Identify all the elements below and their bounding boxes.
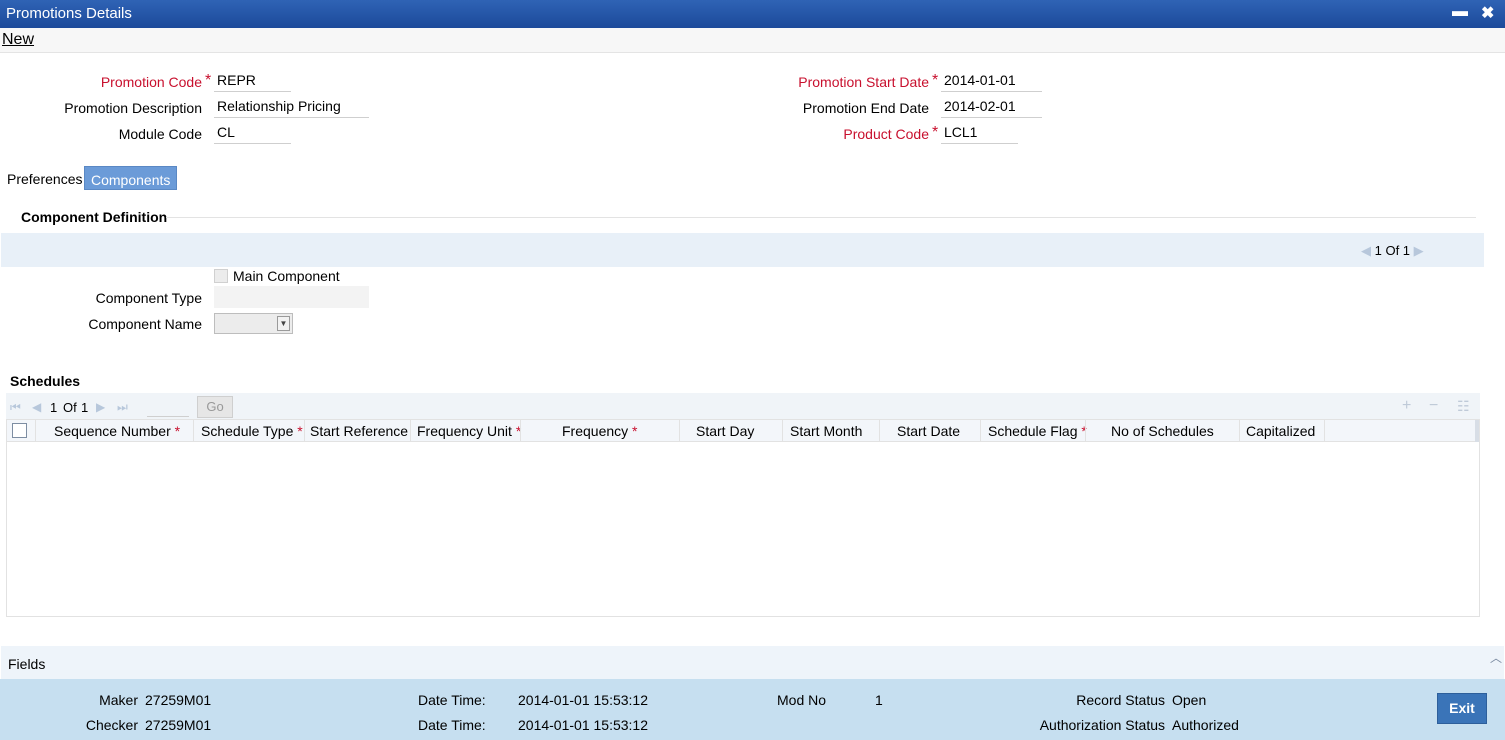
component-pager-text: 1 Of 1 bbox=[1374, 243, 1411, 258]
promotion-code-label: Promotion Code bbox=[100, 74, 202, 90]
component-pager: ◀ 1 Of 1 ▶ bbox=[1361, 243, 1424, 259]
next-page-icon[interactable]: ▶ bbox=[96, 400, 105, 414]
chevron-down-icon[interactable]: ▼ bbox=[277, 316, 290, 331]
maker-date-time-value: 2014-01-01 15:53:12 bbox=[518, 692, 648, 708]
column-header-start-day[interactable]: Start Day bbox=[696, 423, 754, 439]
fields-bar: Fields ︿ bbox=[1, 646, 1504, 679]
fields-label[interactable]: Fields bbox=[8, 656, 45, 672]
audit-footer: Maker 27259M01 Checker 27259M01 Date Tim… bbox=[0, 679, 1505, 740]
component-type-label: Component Type bbox=[95, 290, 202, 306]
window-title: Promotions Details bbox=[6, 5, 132, 22]
checker-value: 27259M01 bbox=[145, 717, 212, 733]
tab-preferences[interactable]: Preferences bbox=[1, 166, 88, 190]
record-status-value: Open bbox=[1172, 692, 1207, 708]
column-header-no-of-schedules[interactable]: No of Schedules bbox=[1111, 423, 1214, 439]
product-code-label: Product Code bbox=[843, 126, 929, 142]
page-number-input[interactable] bbox=[147, 397, 189, 417]
section-divider bbox=[166, 217, 1476, 218]
mod-no-label: Mod No bbox=[777, 692, 827, 708]
promotion-end-date-label: Promotion End Date bbox=[802, 100, 929, 116]
maker-label: Maker bbox=[99, 692, 138, 708]
component-name-select[interactable]: ▼ bbox=[214, 313, 293, 334]
schedules-title: Schedules bbox=[10, 373, 81, 389]
single-view-icon[interactable]: ☷ bbox=[1457, 398, 1470, 415]
product-code-field[interactable]: LCL1 bbox=[941, 122, 1018, 144]
checker-date-time-label: Date Time: bbox=[418, 717, 486, 733]
table-scrollbar[interactable] bbox=[1475, 420, 1479, 442]
tab-components[interactable]: Components bbox=[84, 166, 178, 190]
maker-date-time-label: Date Time: bbox=[418, 692, 486, 708]
component-name-label: Component Name bbox=[88, 316, 202, 332]
page-total: 1 bbox=[81, 400, 89, 415]
go-button[interactable]: Go bbox=[197, 396, 233, 418]
checker-label: Checker bbox=[85, 717, 138, 733]
column-header-start-date[interactable]: Start Date bbox=[897, 423, 960, 439]
page-current: 1 bbox=[50, 400, 58, 415]
chevron-up-icon[interactable]: ︿ bbox=[1490, 649, 1502, 666]
promotion-start-date-label: Promotion Start Date bbox=[798, 74, 929, 90]
delete-row-icon[interactable]: − bbox=[1429, 397, 1438, 415]
main-component-checkbox[interactable] bbox=[214, 269, 228, 283]
required-marker: * bbox=[932, 124, 939, 141]
module-code-label: Module Code bbox=[118, 126, 202, 142]
column-header-start-month[interactable]: Start Month bbox=[790, 423, 862, 439]
column-header-start-reference[interactable]: Start Reference bbox=[310, 423, 408, 439]
promotion-start-date-field[interactable]: 2014-01-01 bbox=[941, 70, 1042, 92]
new-link[interactable]: New bbox=[2, 31, 34, 49]
maker-value: 27259M01 bbox=[145, 692, 212, 708]
close-icon[interactable]: ✖ bbox=[1481, 3, 1494, 23]
component-pager-bar: ◀ 1 Of 1 ▶ bbox=[1, 233, 1484, 267]
schedules-toolbar: ⏮ ◀ 1 Of 1 ▶ ⏭ Go + − ☷ bbox=[6, 393, 1480, 419]
promotion-description-field[interactable]: Relationship Pricing bbox=[214, 96, 369, 118]
window-titlebar: Promotions Details ▬ ✖ bbox=[0, 0, 1505, 28]
table-header: Sequence Number * Schedule Type * Start … bbox=[7, 420, 1479, 442]
page-of: Of bbox=[63, 400, 77, 415]
minimize-icon[interactable]: ▬ bbox=[1452, 3, 1468, 21]
required-marker: * bbox=[932, 72, 939, 89]
column-header-frequency-unit[interactable]: Frequency Unit * bbox=[417, 423, 521, 439]
exit-button[interactable]: Exit bbox=[1437, 693, 1487, 724]
next-record-icon[interactable]: ▶ bbox=[1414, 243, 1424, 259]
first-page-icon[interactable]: ⏮ bbox=[10, 400, 21, 415]
main-component-label: Main Component bbox=[233, 268, 340, 284]
column-header-frequency[interactable]: Frequency * bbox=[562, 423, 638, 439]
promotion-code-field[interactable]: REPR bbox=[214, 70, 291, 92]
required-marker: * bbox=[205, 72, 212, 89]
promotion-end-date-field[interactable]: 2014-02-01 bbox=[941, 96, 1042, 118]
record-status-label: Record Status bbox=[1076, 692, 1165, 708]
component-definition-title: Component Definition bbox=[21, 209, 168, 225]
select-all-checkbox[interactable] bbox=[12, 423, 27, 438]
column-header-schedule-flag[interactable]: Schedule Flag * bbox=[988, 423, 1087, 439]
menu-bar: New bbox=[0, 28, 1505, 53]
module-code-field[interactable]: CL bbox=[214, 122, 291, 144]
schedules-table: Sequence Number * Schedule Type * Start … bbox=[6, 419, 1480, 617]
previous-record-icon[interactable]: ◀ bbox=[1361, 243, 1371, 259]
column-header-schedule-type[interactable]: Schedule Type * bbox=[201, 423, 303, 439]
previous-page-icon[interactable]: ◀ bbox=[32, 400, 41, 414]
column-header-capitalized[interactable]: Capitalized bbox=[1246, 423, 1315, 439]
authorization-status-label: Authorization Status bbox=[1039, 717, 1165, 733]
add-row-icon[interactable]: + bbox=[1402, 397, 1411, 415]
checker-date-time-value: 2014-01-01 15:53:12 bbox=[518, 717, 648, 733]
mod-no-value: 1 bbox=[875, 692, 883, 708]
column-header-sequence-number[interactable]: Sequence Number * bbox=[54, 423, 180, 439]
promotion-description-label: Promotion Description bbox=[64, 100, 202, 116]
last-page-icon[interactable]: ⏭ bbox=[117, 400, 128, 415]
component-type-field[interactable] bbox=[214, 286, 369, 308]
authorization-status-value: Authorized bbox=[1172, 717, 1239, 733]
